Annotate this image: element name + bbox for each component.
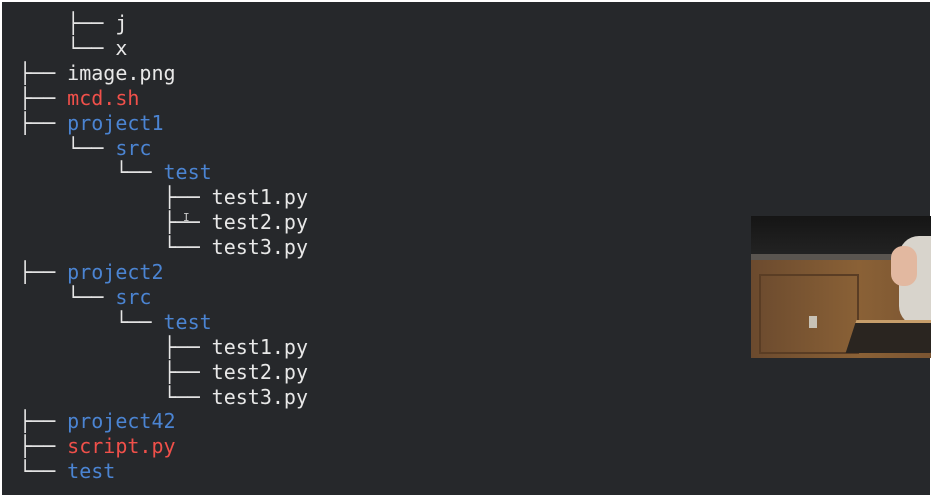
tree-file-name: test2.py xyxy=(211,210,308,235)
tree-file-name: x xyxy=(115,35,128,60)
tree-branch: └── xyxy=(19,384,212,409)
tree-row: ├── project2 xyxy=(19,260,164,285)
tree-branch: └── xyxy=(19,160,164,185)
tree-row: ├── script.py xyxy=(19,434,176,459)
tree-directory-name: src xyxy=(115,135,152,160)
webcam-presenter-arm xyxy=(891,246,917,286)
tree-row: ├── test1.py xyxy=(19,185,308,210)
tree-row: ├── test2.py xyxy=(19,210,308,235)
tree-executable-name: mcd.sh xyxy=(67,85,140,110)
tree-row: ├── mcd.sh xyxy=(19,86,139,111)
tree-file-name: test3.py xyxy=(211,384,308,409)
screen: ├── j └── x ├── image.png ├── mcd.sh ├── pr… xyxy=(0,0,931,498)
tree-file-name: test1.py xyxy=(211,334,308,359)
tree-branch: ├── xyxy=(19,334,212,359)
tree-branch: └── xyxy=(19,284,116,309)
tree-directory-name: project1 xyxy=(67,110,164,135)
tree-row: └── src xyxy=(19,285,151,310)
tree-row: ├── test2.py xyxy=(19,360,308,385)
tree-row: └── x xyxy=(19,36,127,61)
tree-branch: └── xyxy=(19,235,212,260)
tree-branch: └── xyxy=(19,309,164,334)
tree-file-name: j xyxy=(115,11,128,35)
tree-branch: ├── xyxy=(19,434,68,459)
text-cursor-icon: I xyxy=(183,211,190,224)
tree-branch: ├── xyxy=(19,359,212,384)
tree-row: └── test xyxy=(19,459,115,484)
tree-directory-name: test xyxy=(163,309,212,334)
tree-branch: └── xyxy=(19,459,68,484)
tree-directory-name: test xyxy=(163,160,212,185)
tree-row: └── test3.py xyxy=(19,385,308,410)
tree-row: ├── project1 xyxy=(19,111,164,136)
tree-branch: ├── xyxy=(19,85,68,110)
tree-executable-name: script.py xyxy=(67,434,176,459)
tree-directory-name: test xyxy=(67,459,116,484)
tree-row: ├── test1.py xyxy=(19,335,308,360)
tree-branch: ├── xyxy=(19,260,68,284)
tree-branch: ├── xyxy=(19,185,212,210)
tree-row: ├── image.png xyxy=(19,61,176,86)
tree-file-name: test3.py xyxy=(211,235,308,260)
tree-directory-name: src xyxy=(115,284,152,309)
webcam-wall-panel xyxy=(759,274,859,354)
webcam-light-switch xyxy=(809,316,817,328)
tree-branch: ├── xyxy=(19,11,116,35)
tree-row: └── test xyxy=(19,309,212,335)
tree-row: └── test3.py xyxy=(19,235,308,260)
webcam-lectern xyxy=(845,320,931,353)
tree-row: └── test xyxy=(19,160,212,185)
tree-row: ├── project42 xyxy=(19,409,176,434)
tree-branch: ├── xyxy=(19,110,68,135)
tree-row: ├── j xyxy=(19,11,127,36)
tree-branch: ├── xyxy=(19,60,68,85)
tree-directory-name: project42 xyxy=(67,409,176,434)
tree-directory-name: project2 xyxy=(67,260,164,284)
tree-file-name: image.png xyxy=(67,60,176,85)
tree-file-name: test2.py xyxy=(211,359,308,384)
tree-branch: └── xyxy=(19,35,116,60)
tree-file-name: test1.py xyxy=(211,185,308,210)
webcam-video-inset xyxy=(751,216,931,358)
tree-branch: ├── xyxy=(19,409,68,434)
tree-branch: └── xyxy=(19,135,116,160)
tree-row: └── src xyxy=(19,136,151,161)
